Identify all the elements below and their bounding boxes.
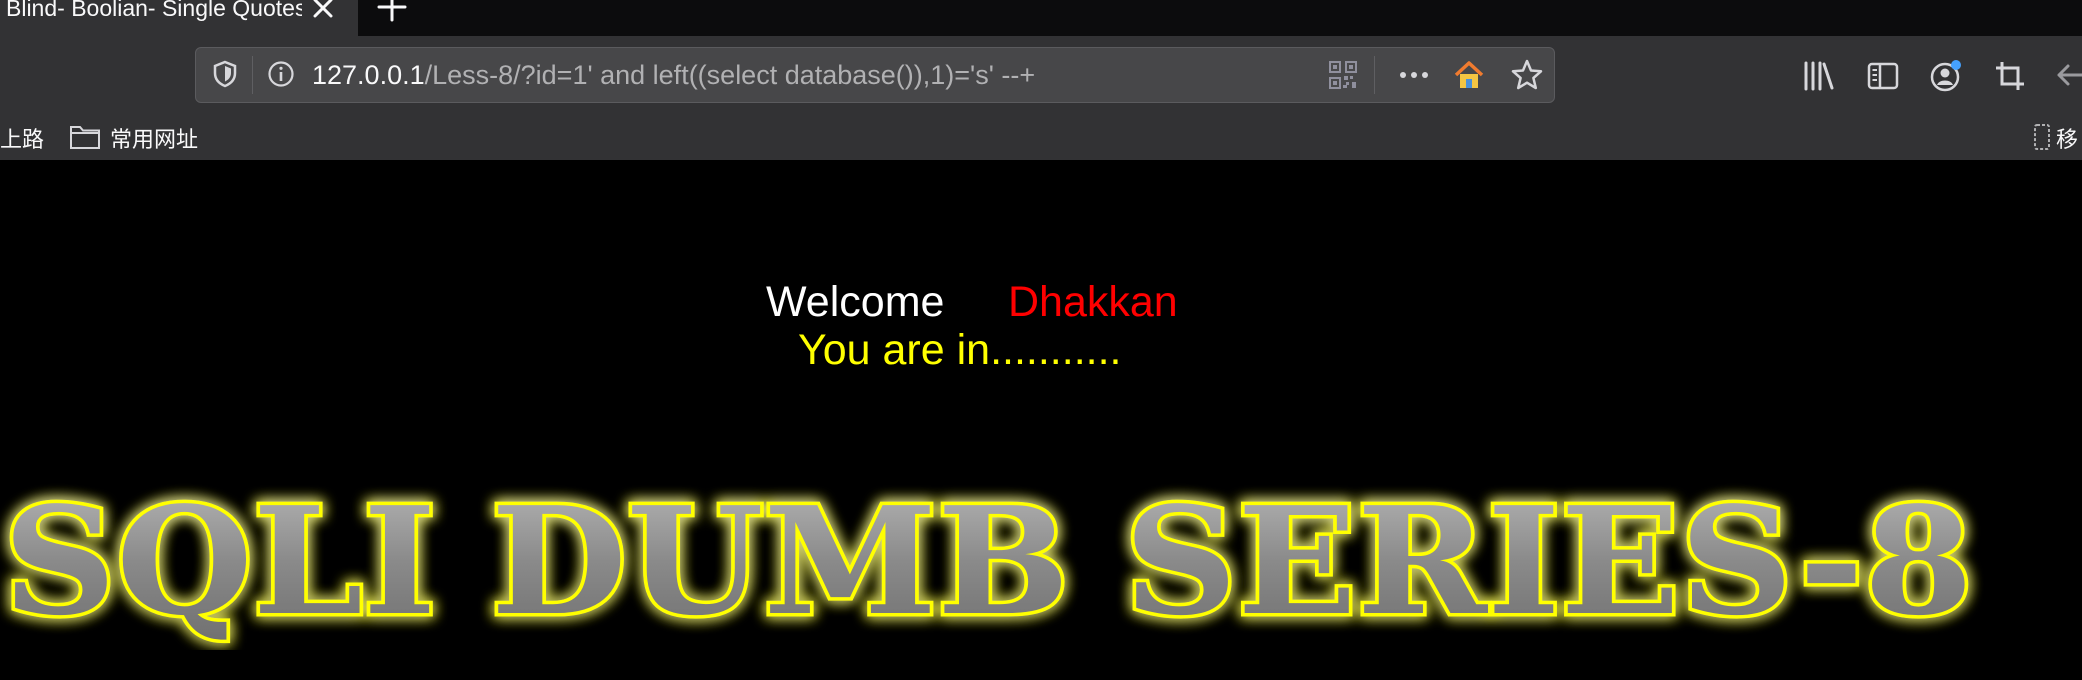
library-icon[interactable] <box>1802 60 1836 92</box>
bookmarks-toolbar <box>0 120 2082 160</box>
status-message: You are in........... <box>798 326 1122 374</box>
qr-code-icon[interactable] <box>1328 60 1358 90</box>
sidebar-icon[interactable] <box>1866 60 1900 92</box>
back-arrow-icon[interactable] <box>2054 60 2082 90</box>
more-icon[interactable] <box>1396 60 1432 90</box>
close-icon[interactable] <box>308 0 338 23</box>
folder-icon[interactable] <box>68 122 102 152</box>
account-icon[interactable] <box>1928 58 1964 94</box>
home-icon[interactable] <box>1452 58 1486 92</box>
tab-title[interactable]: Blind- Boolian- Single Quotes- String <box>6 0 302 22</box>
mobile-bookmarks-icon[interactable] <box>2032 122 2052 152</box>
shield-icon[interactable] <box>210 59 240 89</box>
bookmark-folder[interactable]: 常用网址 <box>110 124 198 156</box>
banner-text: SQLI DUMB SERIES-8 <box>3 474 1973 648</box>
plus-icon[interactable] <box>374 0 410 24</box>
bookmark-item[interactable]: 上路 <box>0 124 44 156</box>
url-host: 127.0.0.1 <box>312 60 425 90</box>
url-path: /Less-8/?id=1' and left((select database… <box>424 60 1036 90</box>
user-name: Dhakkan <box>1008 278 1178 326</box>
info-icon[interactable] <box>266 59 296 89</box>
star-icon[interactable] <box>1510 58 1544 92</box>
url-text[interactable]: 127.0.0.1/Less-8/?id=1' and left((select… <box>312 58 1035 92</box>
crop-icon[interactable] <box>1994 60 2026 92</box>
welcome-label: Welcome <box>766 278 945 326</box>
bookmark-item[interactable]: 移 <box>2056 124 2078 156</box>
divider <box>252 56 253 94</box>
divider <box>1374 56 1375 94</box>
banner-logo: SQLI DUMB SERIES-8 <box>0 470 2082 652</box>
